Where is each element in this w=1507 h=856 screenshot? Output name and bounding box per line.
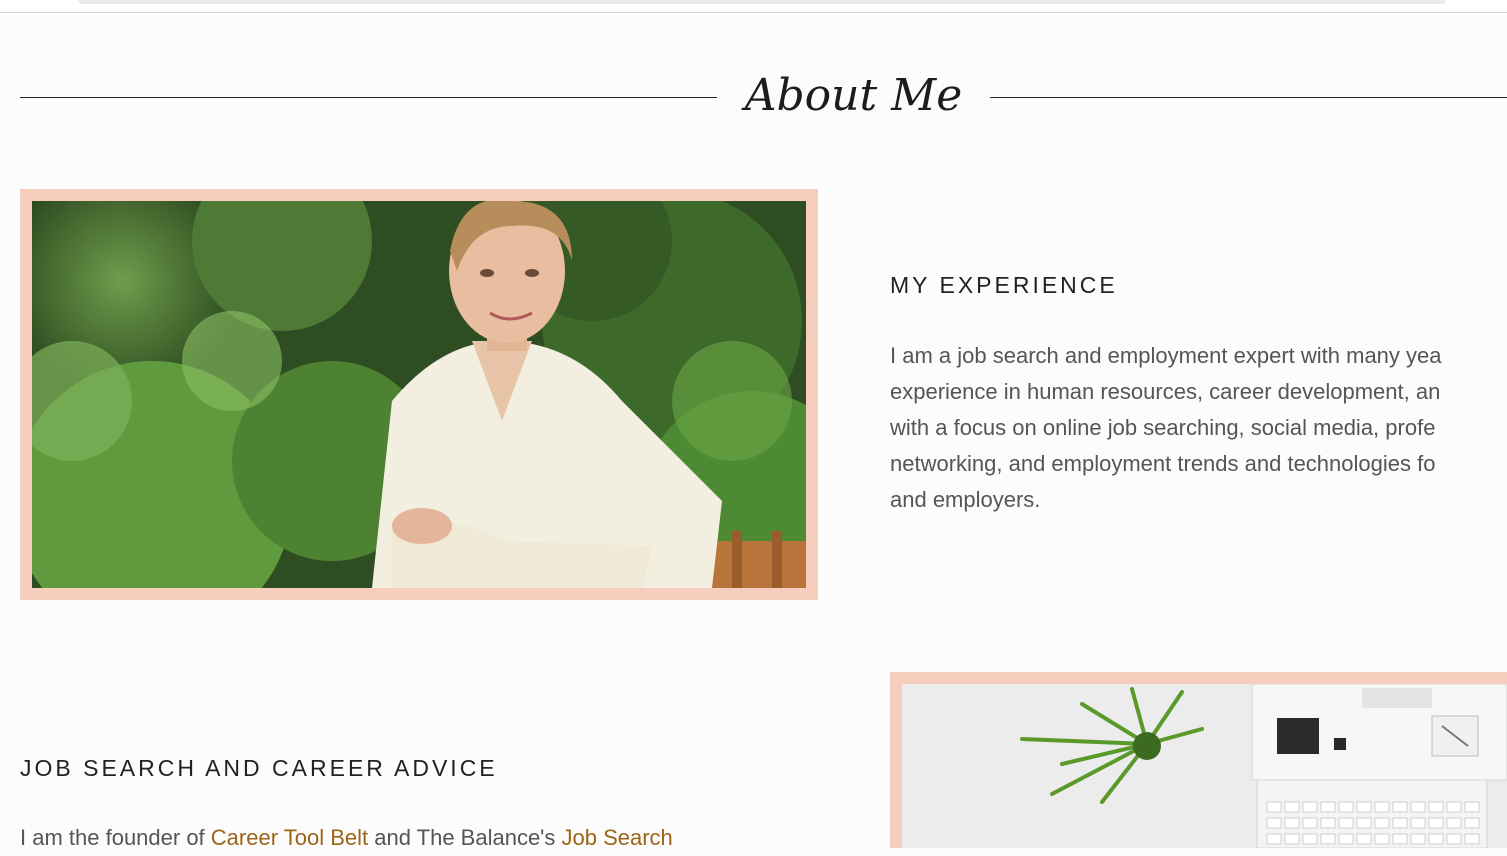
page-title: About Me: [744, 70, 963, 121]
heading-divider-right: [990, 97, 1507, 98]
heading-divider-left: [20, 97, 717, 98]
experience-line: networking, and employment trends and te…: [890, 451, 1436, 476]
experience-line: I am a job search and employment expert …: [890, 343, 1442, 368]
job-search-text: and The Balance's: [368, 825, 562, 850]
experience-line: experience in human resources, career de…: [890, 379, 1441, 404]
desk-photo-frame: [890, 672, 1507, 848]
desk-photo: [902, 684, 1507, 848]
browser-top-strip: [0, 0, 1507, 13]
job-search-heading: JOB SEARCH AND CAREER ADVICE: [20, 755, 498, 781]
job-search-link[interactable]: Job Search: [562, 825, 673, 850]
experience-line: with a focus on online job searching, so…: [890, 415, 1436, 440]
portrait-photo: [32, 201, 806, 588]
job-search-text: I am the founder of: [20, 825, 211, 850]
about-heading-row: About Me: [0, 60, 1507, 132]
experience-paragraph: I am a job search and employment expert …: [890, 338, 1442, 518]
experience-line: and employers.: [890, 487, 1041, 512]
address-bar-edge: [78, 0, 1446, 4]
portrait-frame: [20, 189, 818, 600]
career-tool-belt-link[interactable]: Career Tool Belt: [211, 825, 368, 850]
experience-heading: MY EXPERIENCE: [890, 272, 1118, 298]
job-search-paragraph: I am the founder of Career Tool Belt and…: [20, 820, 673, 856]
